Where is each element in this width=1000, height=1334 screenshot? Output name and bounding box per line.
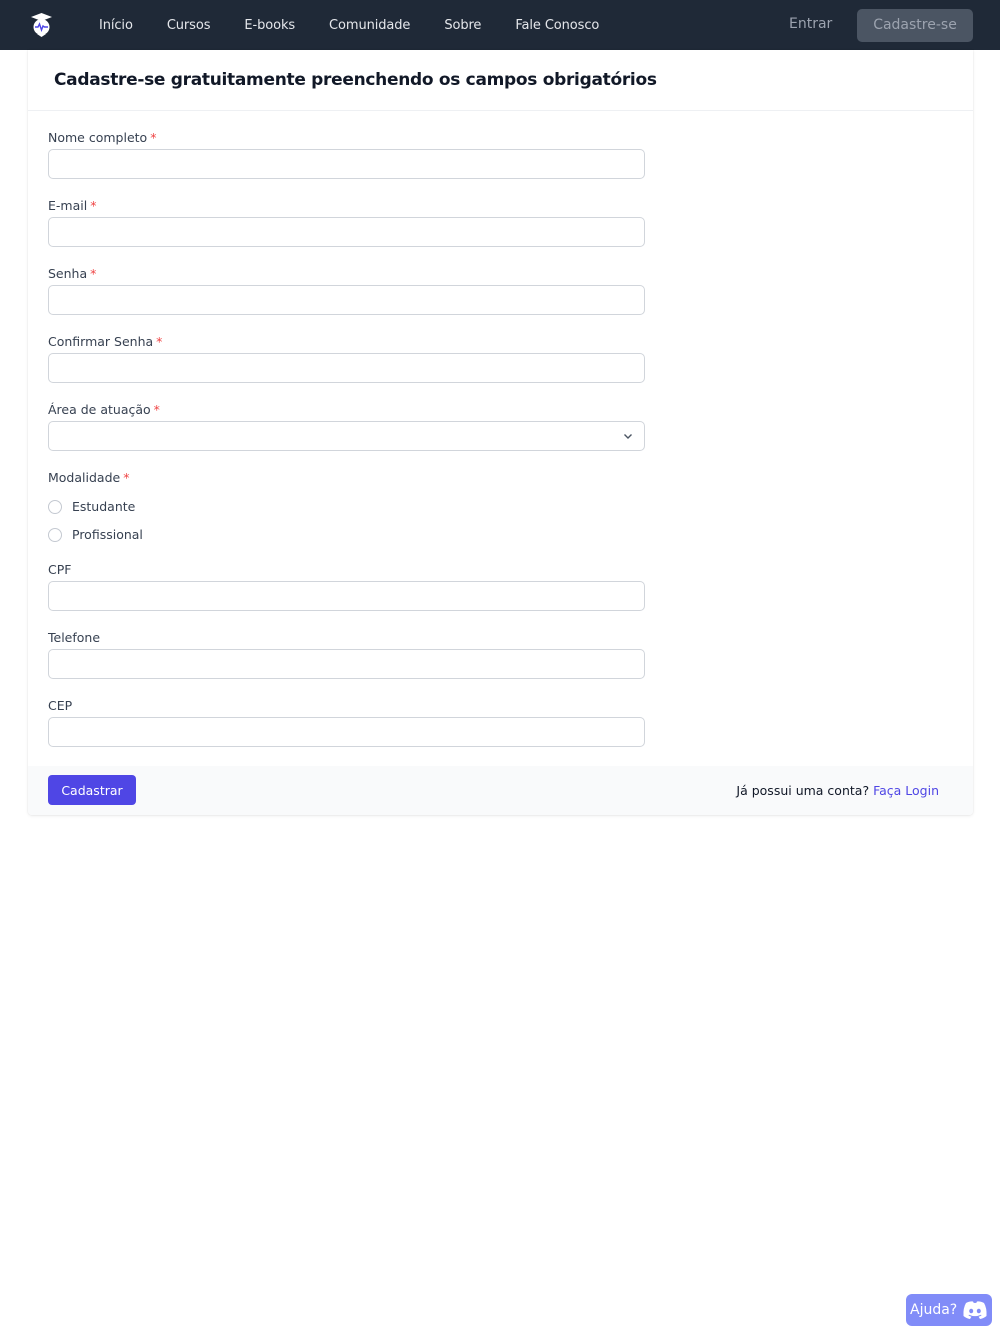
required-marker: * <box>90 266 97 281</box>
radio-option-estudante[interactable]: Estudante <box>48 499 135 514</box>
cpf-label: CPF <box>48 562 72 577</box>
nav-menu: Início Cursos E-books Comunidade Sobre F… <box>99 0 633 50</box>
phone-input[interactable] <box>48 649 645 679</box>
password-input[interactable] <box>48 285 645 315</box>
confirm-password-label: Confirmar Senha * <box>48 334 162 349</box>
radio-estudante[interactable] <box>48 499 62 514</box>
password-label-text: Senha <box>48 266 88 281</box>
signup-card: Cadastre-se gratuitamente preenchendo os… <box>28 50 973 815</box>
area-label: Área de atuação * <box>48 402 160 417</box>
nav-link-comunidade[interactable]: Comunidade <box>329 18 410 33</box>
required-marker: * <box>123 470 130 485</box>
login-prompt: Já possui uma conta? Faça Login <box>736 783 939 798</box>
brand-logo-icon[interactable] <box>29 12 54 38</box>
cep-label: CEP <box>48 698 73 713</box>
required-marker: * <box>156 334 163 349</box>
login-footer-link[interactable]: Faça Login <box>873 783 939 798</box>
email-input[interactable] <box>48 217 645 247</box>
discord-icon <box>963 1301 987 1319</box>
cep-input[interactable] <box>48 717 645 747</box>
help-button[interactable]: Ajuda? <box>906 1294 992 1326</box>
page-title: Cadastre-se gratuitamente preenchendo os… <box>54 70 657 90</box>
email-label-text: E-mail <box>48 198 88 213</box>
nav-link-inicio[interactable]: Início <box>99 18 133 33</box>
radio-option-profissional[interactable]: Profissional <box>48 527 143 542</box>
full-name-label-text: Nome completo <box>48 130 148 145</box>
signup-nav-button[interactable]: Cadastre-se <box>857 9 973 42</box>
full-name-input[interactable] <box>48 149 645 179</box>
modality-label: Modalidade * <box>48 470 129 485</box>
nav-link-cursos[interactable]: Cursos <box>167 18 211 33</box>
radio-profissional[interactable] <box>48 527 62 542</box>
chevron-down-icon <box>624 434 632 439</box>
modality-label-text: Modalidade <box>48 470 121 485</box>
area-label-text: Área de atuação <box>48 402 151 417</box>
password-label: Senha * <box>48 266 96 281</box>
email-label: E-mail * <box>48 198 96 213</box>
nav-link-ebooks[interactable]: E-books <box>244 18 295 33</box>
nav-link-sobre[interactable]: Sobre <box>444 18 481 33</box>
submit-button[interactable]: Cadastrar <box>48 775 136 805</box>
nav-link-fale-conosco[interactable]: Fale Conosco <box>515 18 599 33</box>
cpf-input[interactable] <box>48 581 645 611</box>
required-marker: * <box>150 130 157 145</box>
full-name-label: Nome completo * <box>48 130 156 145</box>
radio-label-profissional: Profissional <box>72 527 143 542</box>
area-select[interactable] <box>48 421 645 451</box>
radio-label-estudante: Estudante <box>72 499 136 514</box>
help-label: Ajuda? <box>910 1302 958 1318</box>
card-footer: Cadastrar Já possui uma conta? Faça Logi… <box>28 766 973 815</box>
card-header: Cadastre-se gratuitamente preenchendo os… <box>28 50 973 111</box>
top-navbar: Início Cursos E-books Comunidade Sobre F… <box>0 0 1000 50</box>
required-marker: * <box>90 198 97 213</box>
login-link[interactable]: Entrar <box>789 16 832 32</box>
confirm-password-label-text: Confirmar Senha <box>48 334 154 349</box>
required-marker: * <box>153 402 160 417</box>
confirm-password-input[interactable] <box>48 353 645 383</box>
login-prompt-text: Já possui uma conta? <box>736 783 870 798</box>
phone-label: Telefone <box>48 630 101 645</box>
